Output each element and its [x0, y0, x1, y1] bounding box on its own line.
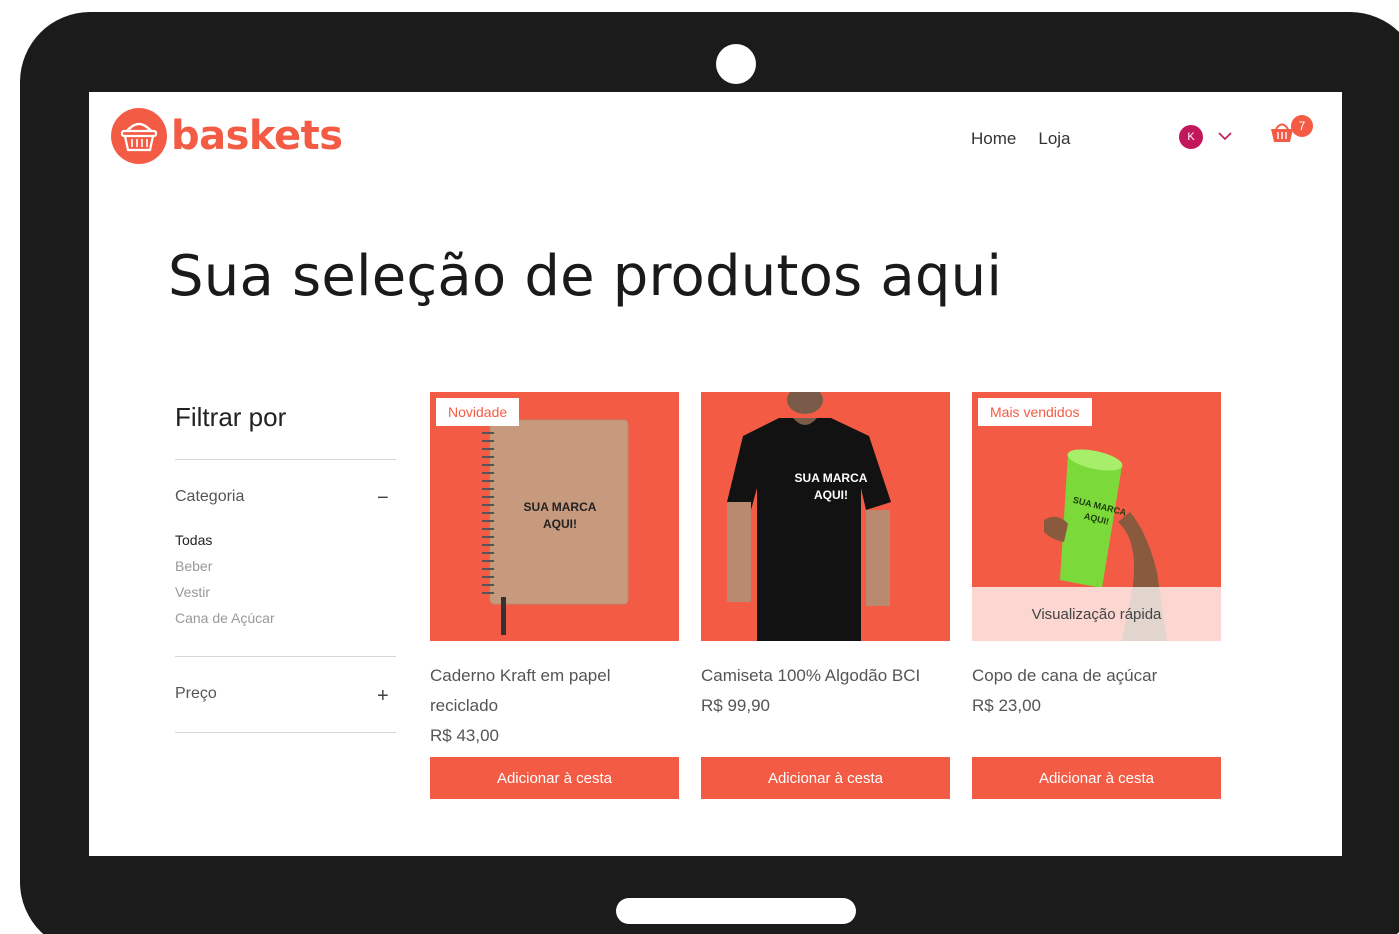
product-image-tshirt[interactable]: SUA MARCA AQUI!	[701, 392, 950, 641]
brand-logo[interactable]: baskets	[111, 108, 343, 164]
tshirt-print-text: AQUI!	[814, 488, 848, 502]
main-nav: Home Loja	[971, 129, 1071, 149]
product-card[interactable]: SUA MARCA AQUI! Mais vendidos Visualizaç…	[972, 392, 1221, 721]
category-list: Todas Beber Vestir Cana de Açúcar	[175, 532, 275, 636]
product-name-line: reciclado	[430, 696, 499, 715]
product-name-line: Copo de cana de açúcar	[972, 666, 1158, 685]
filter-title: Filtrar por	[175, 402, 287, 432]
store-screen: baskets Home Loja K 7 Sua seleção de pro…	[89, 92, 1342, 856]
product-price: R$ 99,90	[701, 696, 770, 715]
product-price: R$ 23,00	[972, 696, 1041, 715]
category-collapse-toggle[interactable]: −	[377, 488, 389, 508]
ribbon-badge: Mais vendidos	[978, 398, 1092, 426]
ribbon-badge: Novidade	[436, 398, 520, 426]
product-image-notebook[interactable]: SUA MARCA AQUI! Novidade	[430, 392, 679, 641]
quick-view-button[interactable]: Visualização rápida	[972, 587, 1221, 641]
product-name[interactable]: Camiseta 100% Algodão BCI	[701, 661, 950, 691]
add-to-cart-button[interactable]: Adicionar à cesta	[701, 757, 950, 799]
add-to-cart-button[interactable]: Adicionar à cesta	[430, 757, 679, 799]
product-price: R$ 43,00	[430, 726, 499, 745]
brand-name: baskets	[171, 113, 343, 159]
avatar[interactable]: K	[1179, 125, 1203, 149]
filter-divider	[175, 656, 396, 657]
product-name-line: Caderno Kraft em papel	[430, 666, 611, 685]
camera-dot	[716, 44, 756, 84]
tshirt-print-text: SUA MARCA	[794, 471, 868, 485]
tshirt-illustration	[727, 392, 891, 641]
category-item-todas[interactable]: Todas	[175, 532, 275, 558]
product-image-cup[interactable]: SUA MARCA AQUI! Mais vendidos Visualizaç…	[972, 392, 1221, 641]
nav-loja[interactable]: Loja	[1038, 129, 1070, 149]
price-expand-toggle[interactable]: +	[377, 686, 389, 706]
filter-divider	[175, 459, 396, 460]
cart-count-badge: 7	[1291, 115, 1313, 137]
product-name-line: Camiseta 100% Algodão BCI	[701, 666, 921, 685]
page-title: Sua seleção de produtos aqui	[168, 244, 1003, 309]
product-card[interactable]: SUA MARCA AQUI! Camiseta 100% Algodão BC…	[701, 392, 950, 721]
notebook-print-text: SUA MARCA	[523, 500, 597, 514]
category-item-beber[interactable]: Beber	[175, 558, 275, 584]
category-item-cana[interactable]: Cana de Açúcar	[175, 610, 275, 636]
basket-icon	[111, 108, 167, 164]
price-label[interactable]: Preço	[175, 685, 217, 703]
nav-home[interactable]: Home	[971, 129, 1016, 149]
filter-divider	[175, 732, 396, 733]
add-to-cart-button[interactable]: Adicionar à cesta	[972, 757, 1221, 799]
product-name[interactable]: Caderno Kraft em papel reciclado	[430, 661, 679, 721]
chevron-down-icon[interactable]	[1217, 128, 1233, 144]
product-card[interactable]: SUA MARCA AQUI! Novidade Caderno Kraft e…	[430, 392, 679, 751]
home-bar[interactable]	[616, 898, 856, 924]
category-label[interactable]: Categoria	[175, 488, 244, 506]
product-name[interactable]: Copo de cana de açúcar	[972, 661, 1221, 691]
notebook-print-text: AQUI!	[543, 517, 577, 531]
category-item-vestir[interactable]: Vestir	[175, 584, 275, 610]
